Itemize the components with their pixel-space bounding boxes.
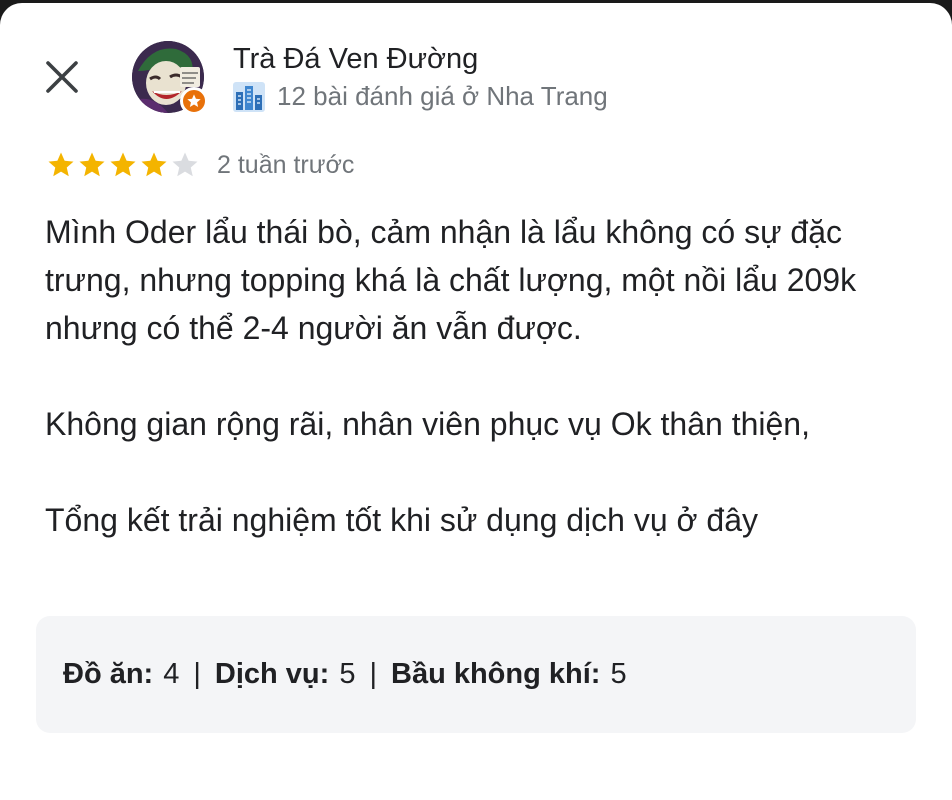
review-paragraph-3: Tổng kết trải nghiệm tốt khi sử dụng dịc… [45,502,758,538]
star-filled-icon [141,152,167,177]
reviewer-avatar-wrap [132,41,208,117]
reviewer-stats-text: 12 bài đánh giá ở Nha Trang [277,81,608,111]
attribute-separator: | [193,658,201,690]
rating-row: 2 tuần trước [46,150,354,180]
star-empty-icon [172,152,198,177]
review-dialog: Trà Đá Ven Đường 12 bài đánh giá ở Nha T… [0,3,952,800]
review-text: Mình Oder lẩu thái bò, cảm nhận là lẩu k… [45,208,925,544]
city-buildings-icon [233,81,265,112]
review-date: 2 tuần trước [217,150,355,179]
local-guide-star-icon [187,94,201,107]
star-filled-icon [48,152,74,177]
attribute-label-food: Đồ ăn: [63,658,154,690]
attribute-value-food: 4 [163,658,180,690]
star-rating [46,150,201,180]
attribute-separator: | [369,658,377,690]
review-paragraph-1: Mình Oder lẩu thái bò, cảm nhận là lẩu k… [45,214,857,346]
close-icon [46,61,78,93]
attribute-value-service: 5 [339,658,356,690]
reviewer-name[interactable]: Trà Đá Ven Đường [233,43,478,76]
star-filled-icon [110,152,136,177]
local-guide-badge [180,87,208,115]
attribute-label-service: Dịch vụ: [214,658,330,690]
attribute-label-atmosphere: Bầu không khí: [391,658,601,690]
attribute-value-atmosphere: 5 [610,658,627,690]
review-paragraph-2: Không gian rộng rãi, nhân viên phục vụ O… [45,406,810,442]
close-button[interactable] [36,51,88,103]
star-filled-icon [79,152,105,177]
reviewer-stats: 12 bài đánh giá ở Nha Trang [233,81,608,112]
review-attributes: Đồ ăn: 4 | Dịch vụ: 5 | Bầu không khí: 5 [36,616,916,733]
